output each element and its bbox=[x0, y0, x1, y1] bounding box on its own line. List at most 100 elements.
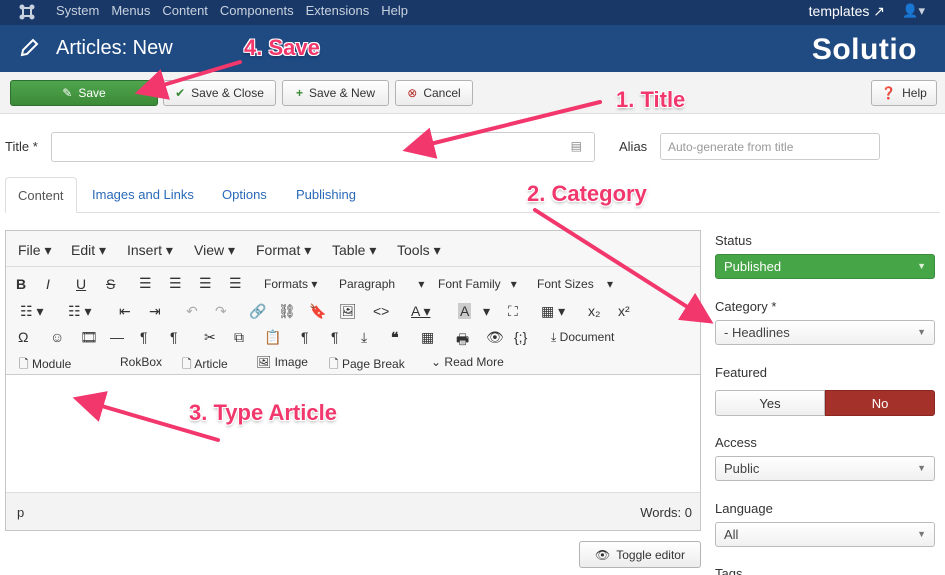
language-select[interactable]: All ▼ bbox=[715, 522, 935, 547]
editor-menu-view[interactable]: View ▾ bbox=[194, 242, 235, 259]
media-icon[interactable]: 🎞 bbox=[80, 329, 98, 346]
font-sizes-dropdown[interactable]: Font Sizes ▾ bbox=[537, 277, 613, 291]
read-more-label: Read More bbox=[444, 355, 504, 369]
font-sizes-label: Font Sizes bbox=[537, 277, 594, 291]
outdent-icon[interactable]: ⇤ bbox=[119, 303, 131, 320]
document-label: Document bbox=[559, 330, 615, 344]
align-left-icon[interactable]: ☰ bbox=[139, 275, 152, 292]
help-button[interactable]: ❓ Help bbox=[871, 80, 937, 106]
site-link[interactable]: templates ↗ bbox=[809, 3, 885, 20]
toggle-editor-button[interactable]: 👁 Toggle editor bbox=[579, 541, 701, 568]
fullscreen-icon[interactable]: ⛶ bbox=[508, 303, 518, 320]
tab-options[interactable]: Options bbox=[210, 177, 279, 213]
align-justify-icon[interactable]: ☰ bbox=[229, 275, 242, 292]
editor-menu-edit[interactable]: Edit ▾ bbox=[71, 242, 106, 259]
annotation-category: 2. Category bbox=[527, 181, 647, 206]
template-icon[interactable]: ▦ bbox=[421, 329, 434, 346]
align-center-icon[interactable]: ☰ bbox=[169, 275, 182, 292]
page-break-button[interactable]: 🗋 Page Break bbox=[329, 355, 405, 376]
align-right-icon[interactable]: ☰ bbox=[199, 275, 212, 292]
bg-color-dropdown-icon[interactable]: ▾ bbox=[483, 303, 490, 320]
table-icon[interactable]: ▦ ▾ bbox=[541, 303, 565, 320]
featured-yes-button[interactable]: Yes bbox=[715, 390, 825, 416]
italic-icon[interactable]: I bbox=[46, 276, 50, 292]
unlink-icon[interactable]: ⛓ bbox=[278, 303, 296, 320]
font-family-dropdown[interactable]: Font Family ▾ bbox=[438, 277, 517, 291]
horizontal-rule-icon[interactable]: — bbox=[110, 329, 124, 345]
indent-icon[interactable]: ⇥ bbox=[149, 303, 161, 320]
status-select[interactable]: Published ▼ bbox=[715, 254, 935, 279]
image-icon[interactable]: 🖼 bbox=[339, 303, 357, 320]
user-icon[interactable]: 👤▾ bbox=[902, 3, 925, 19]
cut-icon[interactable]: ✂ bbox=[204, 329, 216, 346]
featured-no-button[interactable]: No bbox=[825, 390, 935, 416]
undo-icon[interactable]: ↶ bbox=[186, 303, 198, 320]
editor-menu-tools[interactable]: Tools ▾ bbox=[397, 242, 441, 259]
menu-components[interactable]: Components bbox=[220, 3, 294, 18]
save-new-button[interactable]: + Save & New bbox=[282, 80, 389, 106]
element-path[interactable]: p bbox=[17, 505, 24, 520]
bookmark-icon[interactable]: 🔖 bbox=[309, 303, 326, 320]
access-select[interactable]: Public ▼ bbox=[715, 456, 935, 481]
joomla-logo-icon[interactable] bbox=[18, 3, 36, 21]
subscript-icon[interactable]: x₂ bbox=[588, 303, 600, 319]
tab-images-links[interactable]: Images and Links bbox=[80, 177, 206, 213]
read-more-button[interactable]: ⌄ Read More bbox=[431, 355, 504, 369]
formats-dropdown[interactable]: Formats ▾ bbox=[264, 277, 317, 291]
paste-icon[interactable]: 📋 bbox=[264, 329, 281, 346]
blockquote-icon[interactable]: ❝ bbox=[391, 329, 399, 346]
page-break-icon: 🗋 bbox=[329, 357, 339, 371]
numbered-list-icon[interactable]: ☷ ▾ bbox=[68, 303, 91, 320]
code-icon[interactable]: <> bbox=[373, 303, 389, 319]
code-sample-icon[interactable]: {;} bbox=[514, 329, 527, 345]
alias-input[interactable]: Auto-generate from title bbox=[660, 133, 880, 160]
menu-system[interactable]: System bbox=[56, 3, 99, 18]
editor-content-area[interactable] bbox=[6, 376, 700, 492]
rokbox-button[interactable]: RokBox bbox=[120, 355, 162, 369]
edit-icon: ✎ bbox=[62, 86, 73, 100]
menu-extensions[interactable]: Extensions bbox=[306, 3, 370, 18]
alias-label: Alias bbox=[619, 139, 648, 154]
redo-icon[interactable]: ↷ bbox=[215, 303, 227, 320]
copy-icon[interactable]: ⧉ bbox=[234, 329, 244, 346]
emoticon-icon[interactable]: ☺ bbox=[50, 329, 64, 345]
tab-content[interactable]: Content bbox=[5, 177, 77, 213]
underline-icon[interactable]: U bbox=[76, 276, 86, 292]
superscript-icon[interactable]: x² bbox=[618, 303, 630, 319]
menu-help[interactable]: Help bbox=[381, 3, 408, 18]
visual-chars-icon[interactable]: ¶ bbox=[331, 329, 339, 345]
module-button[interactable]: 🗋 Module bbox=[19, 355, 71, 376]
menu-content[interactable]: Content bbox=[162, 3, 208, 18]
text-color-icon[interactable]: A ▾ bbox=[411, 303, 430, 320]
rtl-icon[interactable]: ¶ bbox=[170, 329, 178, 345]
save-label: Save bbox=[78, 86, 106, 100]
title-input[interactable]: ▤ bbox=[51, 132, 595, 162]
article-button[interactable]: 🗋 Article bbox=[182, 355, 228, 376]
editor-menu-insert[interactable]: Insert ▾ bbox=[127, 242, 173, 259]
print-icon[interactable]: 🖶 bbox=[456, 329, 469, 353]
omega-icon[interactable]: Ω bbox=[18, 329, 28, 345]
preview-icon[interactable]: 👁 bbox=[486, 329, 504, 346]
bg-color-icon[interactable]: A bbox=[458, 303, 472, 319]
show-blocks-icon[interactable]: ¶ bbox=[301, 329, 309, 345]
save-button[interactable]: ✎ Save bbox=[10, 80, 158, 106]
editor-menu-table[interactable]: Table ▾ bbox=[332, 242, 376, 259]
strikethrough-icon[interactable]: S bbox=[106, 276, 115, 292]
document-button[interactable]: ⤓ Document bbox=[551, 330, 614, 345]
module-icon: 🗋 bbox=[19, 357, 29, 371]
paragraph-dropdown[interactable]: Paragraph ▾ bbox=[339, 277, 424, 291]
link-icon[interactable]: 🔗 bbox=[249, 303, 266, 320]
bullet-list-icon[interactable]: ☷ ▾ bbox=[20, 303, 43, 320]
save-close-button[interactable]: ✔ Save & Close bbox=[163, 80, 276, 106]
image-button[interactable]: 🖼 Image bbox=[256, 355, 308, 369]
tab-publishing[interactable]: Publishing bbox=[284, 177, 368, 213]
editor-menu-file[interactable]: File ▾ bbox=[18, 242, 51, 259]
category-select[interactable]: - Headlines ▼ bbox=[715, 320, 935, 345]
bold-icon[interactable]: B bbox=[16, 276, 26, 292]
insert-icon[interactable]: ⤓ bbox=[361, 329, 367, 346]
ltr-icon[interactable]: ¶ bbox=[140, 329, 148, 345]
cancel-button[interactable]: ⊗ Cancel bbox=[395, 80, 473, 106]
picture-icon: 🖼 bbox=[256, 355, 272, 369]
editor-menu-format[interactable]: Format ▾ bbox=[256, 242, 311, 259]
menu-menus[interactable]: Menus bbox=[111, 3, 150, 18]
